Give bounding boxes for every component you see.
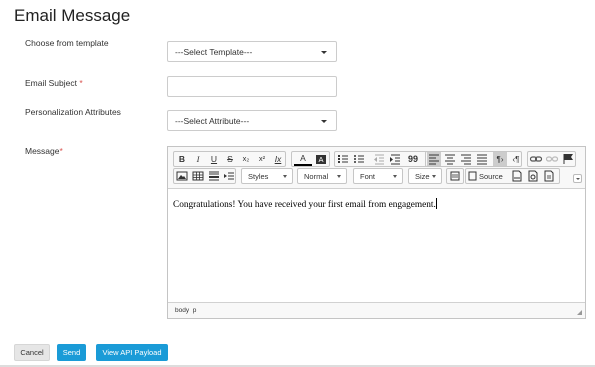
superscript-button[interactable]: x² bbox=[255, 152, 269, 166]
image-icon[interactable] bbox=[175, 169, 189, 183]
bg-color-button[interactable]: A bbox=[313, 152, 329, 166]
attribute-select-value: ---Select Attribute--- bbox=[175, 116, 250, 126]
maximize-group bbox=[446, 168, 464, 184]
cancel-button[interactable]: Cancel bbox=[14, 344, 50, 361]
rtl-icon[interactable]: ‹¶ bbox=[509, 152, 523, 166]
insert-group bbox=[173, 168, 236, 184]
resize-handle-icon[interactable] bbox=[577, 310, 582, 315]
link-group bbox=[527, 151, 576, 167]
indent-icon[interactable] bbox=[388, 152, 402, 166]
document-group: Source bbox=[465, 168, 560, 184]
color-group: A A bbox=[291, 151, 330, 167]
preview-icon[interactable] bbox=[526, 169, 540, 183]
save-icon[interactable] bbox=[510, 169, 524, 183]
ltr-icon[interactable]: ¶› bbox=[493, 152, 507, 166]
numbered-list-icon[interactable] bbox=[336, 152, 350, 166]
template-label: Choose from template bbox=[25, 38, 109, 48]
styles-dropdown[interactable]: Styles bbox=[241, 168, 293, 184]
bold-button[interactable]: B bbox=[175, 152, 189, 166]
alignment-group: ¶› ‹¶ bbox=[425, 151, 522, 167]
page-break-icon[interactable] bbox=[222, 169, 236, 183]
svg-text:Source: Source bbox=[479, 172, 503, 181]
message-label: Message* bbox=[25, 146, 63, 156]
editor-content[interactable]: Congratulations! You have received your … bbox=[173, 198, 437, 210]
underline-button[interactable]: U bbox=[207, 152, 221, 166]
subject-input[interactable] bbox=[167, 76, 337, 97]
bulleted-list-icon[interactable] bbox=[352, 152, 366, 166]
outdent-icon[interactable] bbox=[372, 152, 386, 166]
align-right-icon[interactable] bbox=[459, 152, 473, 166]
chevron-down-icon bbox=[283, 175, 287, 178]
editor-toolbar: B I U S x₂ x² Ix A A 99 ¶› ‹¶ Styles Nor… bbox=[168, 147, 585, 189]
horizontal-line-icon[interactable] bbox=[207, 169, 221, 183]
format-dropdown[interactable]: Normal bbox=[297, 168, 347, 184]
required-mark: * bbox=[59, 146, 63, 156]
remove-format-button[interactable]: Ix bbox=[271, 152, 285, 166]
page-title: Email Message bbox=[14, 6, 131, 25]
chevron-down-icon bbox=[337, 175, 341, 178]
chevron-down-icon bbox=[393, 175, 397, 178]
attribute-select[interactable]: ---Select Attribute--- bbox=[167, 110, 337, 131]
required-mark: * bbox=[79, 78, 83, 88]
view-api-payload-button[interactable]: View API Payload bbox=[96, 344, 168, 361]
table-icon[interactable] bbox=[191, 169, 205, 183]
svg-text:‹¶: ‹¶ bbox=[513, 155, 520, 164]
blockquote-button[interactable]: 99 bbox=[406, 152, 420, 166]
basic-styles-group: B I U S x₂ x² Ix bbox=[173, 151, 286, 167]
unlink-icon[interactable] bbox=[545, 152, 559, 166]
personalization-label: Personalization Attributes bbox=[25, 107, 121, 117]
svg-text:¶›: ¶› bbox=[497, 155, 504, 164]
align-center-icon[interactable] bbox=[443, 152, 457, 166]
size-dropdown[interactable]: Size bbox=[408, 168, 442, 184]
subject-label: Email Subject * bbox=[25, 78, 83, 88]
collapse-toolbar-icon[interactable] bbox=[573, 174, 582, 183]
new-page-icon[interactable] bbox=[542, 169, 556, 183]
template-select-value: ---Select Template--- bbox=[175, 47, 253, 57]
chevron-down-icon bbox=[321, 120, 327, 123]
chevron-down-icon bbox=[321, 51, 327, 54]
subscript-button[interactable]: x₂ bbox=[239, 152, 253, 166]
align-left-icon[interactable] bbox=[427, 152, 441, 166]
text-cursor bbox=[435, 198, 437, 209]
editor-statusbar: body p bbox=[168, 302, 585, 318]
chevron-down-icon bbox=[432, 175, 436, 178]
justify-icon[interactable] bbox=[475, 152, 489, 166]
anchor-flag-icon[interactable] bbox=[561, 152, 575, 166]
font-dropdown[interactable]: Font bbox=[353, 168, 403, 184]
italic-button[interactable]: I bbox=[191, 152, 205, 166]
maximize-icon[interactable] bbox=[448, 169, 462, 183]
text-color-button[interactable]: A bbox=[294, 152, 312, 166]
rich-text-editor: B I U S x₂ x² Ix A A 99 ¶› ‹¶ Styles Nor… bbox=[167, 146, 586, 319]
link-icon[interactable] bbox=[529, 152, 543, 166]
strike-button[interactable]: S bbox=[223, 152, 237, 166]
template-select[interactable]: ---Select Template--- bbox=[167, 41, 337, 62]
source-button[interactable]: Source bbox=[467, 169, 507, 183]
send-button[interactable]: Send bbox=[57, 344, 86, 361]
element-path[interactable]: body p bbox=[175, 307, 196, 314]
